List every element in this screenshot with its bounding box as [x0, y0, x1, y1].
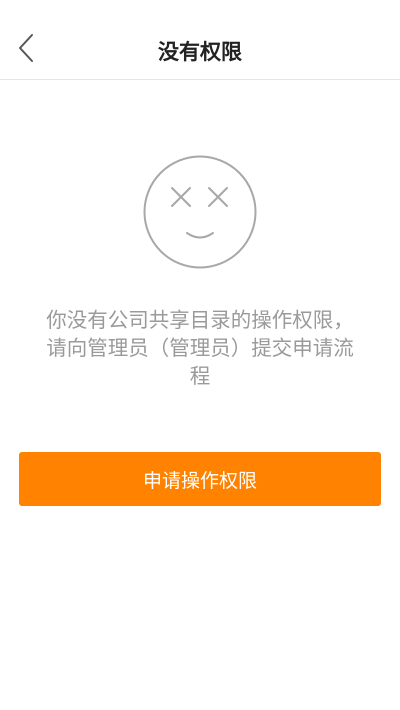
- apply-permission-button[interactable]: 申请操作权限: [19, 452, 381, 506]
- no-permission-message: 你没有公司共享目录的操作权限，请向管理员（管理员）提交申请流程: [46, 308, 354, 388]
- nav-bar: 没有权限: [0, 0, 400, 80]
- page-title: 没有权限: [158, 40, 242, 64]
- sad-face-icon: [143, 155, 257, 269]
